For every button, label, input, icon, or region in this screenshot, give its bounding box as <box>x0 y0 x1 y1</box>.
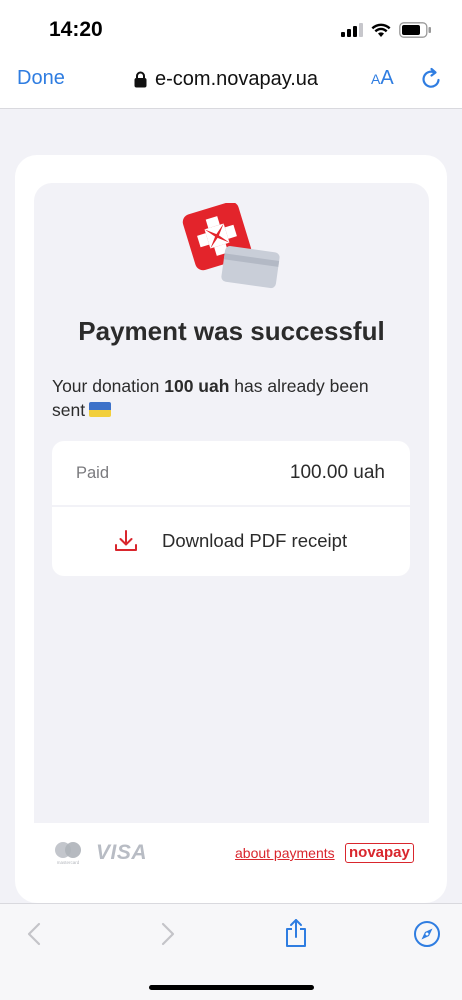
back-chevron-icon[interactable] <box>22 921 48 947</box>
svg-text:mastercard: mastercard <box>57 860 80 865</box>
done-button[interactable]: Done <box>17 67 65 90</box>
share-icon[interactable] <box>283 918 309 948</box>
home-indicator <box>149 985 314 990</box>
page-title: Payment was successful <box>78 316 385 346</box>
visa-logo: VISA <box>96 841 148 864</box>
url-text: e-com.novapay.ua <box>155 67 319 90</box>
mastercard-logo: mastercard <box>55 842 81 865</box>
compass-icon[interactable] <box>413 920 441 948</box>
donation-message: Your donation 100 uah has already been s… <box>52 376 369 420</box>
download-receipt-button[interactable]: Download PDF receipt <box>52 509 410 576</box>
text-size-button[interactable]: AA <box>371 67 394 90</box>
cellular-signal-icon <box>341 23 363 37</box>
forward-chevron-icon[interactable] <box>154 921 180 947</box>
download-icon <box>115 530 137 551</box>
wifi-icon <box>371 23 391 37</box>
donation-amount: 100 uah <box>164 376 230 396</box>
paid-value: 100.00 uah <box>289 462 385 483</box>
status-icons <box>341 20 432 40</box>
status-time: 14:20 <box>49 18 103 41</box>
novapay-logo: novapay <box>345 843 414 863</box>
novapay-card-icon <box>182 203 280 289</box>
paid-row: Paid 100.00 uah <box>52 441 410 507</box>
browser-address-bar: Done e-com.novapay.ua AA <box>0 56 462 109</box>
lock-icon <box>134 71 147 87</box>
reload-icon[interactable] <box>419 67 443 91</box>
paid-label: Paid <box>76 464 110 482</box>
battery-icon <box>399 22 431 38</box>
url-field[interactable]: e-com.novapay.ua <box>134 66 318 92</box>
ukraine-flag-icon <box>89 402 112 417</box>
status-bar: 14:20 <box>0 0 462 56</box>
download-receipt-label: Download PDF receipt <box>162 530 348 551</box>
about-payments-link[interactable]: about payments <box>235 845 335 861</box>
payment-details-card: Paid 100.00 uah Download PDF receipt <box>52 441 410 576</box>
